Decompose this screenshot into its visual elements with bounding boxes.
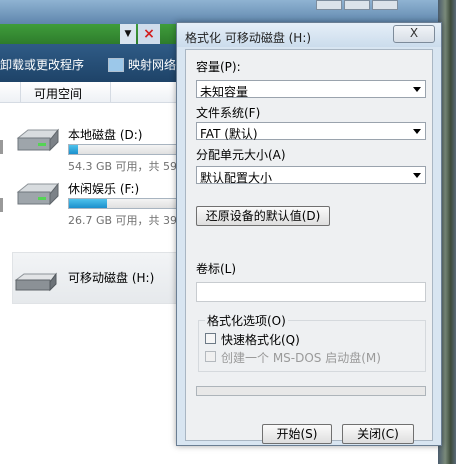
uninstall-label: 卸载或更改程序 [0,58,85,72]
dialog-title: 格式化 可移动磁盘 (H:) [185,31,312,45]
dialog-titlebar[interactable]: 格式化 可移动磁盘 (H:) X [177,23,441,47]
address-dropdown-icon[interactable]: ▼ [120,24,136,44]
address-stop-icon[interactable]: × [138,24,160,44]
close-icon: X [409,26,419,40]
network-drive-icon [108,57,124,72]
drive-name: 休闲娱乐 (F:) [68,182,140,196]
capacity-select[interactable]: 未知容量 [196,80,426,99]
restore-defaults-button[interactable]: 还原设备的默认值(D) [196,206,330,226]
close-button[interactable]: 关闭(C) [342,424,414,444]
column-header-free-space[interactable]: 可用空间 [34,85,82,102]
filesystem-label: 文件系统(F) [196,106,261,120]
drive-name: 可移动磁盘 (H:) [68,271,155,285]
drive-usage-fill [69,199,107,208]
format-options-title: 格式化选项(O) [205,312,288,329]
volume-label: 卷标(L) [196,262,237,276]
msdos-startup-checkbox[interactable] [205,351,216,362]
row-marker [0,140,3,154]
drive-usage-fill [69,145,79,154]
map-network-button[interactable]: 映射网络 [108,56,176,73]
window-caption-buttons [316,0,456,10]
start-button[interactable]: 开始(S) [262,424,332,444]
drive-name: 本地磁盘 (D:) [68,128,143,142]
format-progress-bar [196,386,426,396]
drive-usage-bar [68,198,188,209]
uninstall-button[interactable]: 卸载或更改程序 [0,56,84,73]
drive-space-info: 54.3 GB 可用，共 59. [68,160,181,173]
map-network-label: 映射网络 [128,58,177,72]
msdos-startup-label: 创建一个 MS-DOS 启动盘(M) [221,351,381,365]
hard-drive-icon [16,128,60,152]
quick-format-label[interactable]: 快速格式化(Q) [221,331,300,348]
row-marker [0,198,3,212]
filesystem-select[interactable]: FAT (默认) [196,122,426,141]
removable-drive-icon [14,272,57,292]
capacity-value: 未知容量 [200,85,249,99]
drive-usage-bar [68,144,188,155]
close-label: 关闭(C) [357,427,399,441]
restore-defaults-label: 还原设备的默认值(D) [205,209,321,223]
allocation-label: 分配单元大小(A) [196,148,286,162]
chevron-down-icon [413,129,421,134]
filesystem-value: FAT (默认) [200,127,258,141]
chevron-down-icon [413,173,421,178]
capacity-label: 容量(P): [196,60,241,74]
chevron-down-icon [413,87,421,92]
start-label: 开始(S) [276,427,318,441]
format-options-group: 格式化选项(O) 快速格式化(Q) 创建一个 MS-DOS 启动盘(M) [198,312,426,372]
format-dialog: 格式化 可移动磁盘 (H:) X 容量(P): 未知容量 文件系统(F) FAT… [176,22,442,446]
dialog-client-area: 容量(P): 未知容量 文件系统(F) FAT (默认) 分配单元大小(A) 默… [185,49,433,444]
allocation-select[interactable]: 默认配置大小 [196,166,426,185]
allocation-value: 默认配置大小 [200,171,273,185]
hard-drive-icon [16,182,60,206]
volume-label-input[interactable] [196,282,426,302]
dialog-close-button[interactable]: X [393,25,435,43]
drive-space-info: 26.7 GB 可用，共 39. [68,214,181,227]
quick-format-checkbox[interactable] [205,333,216,344]
